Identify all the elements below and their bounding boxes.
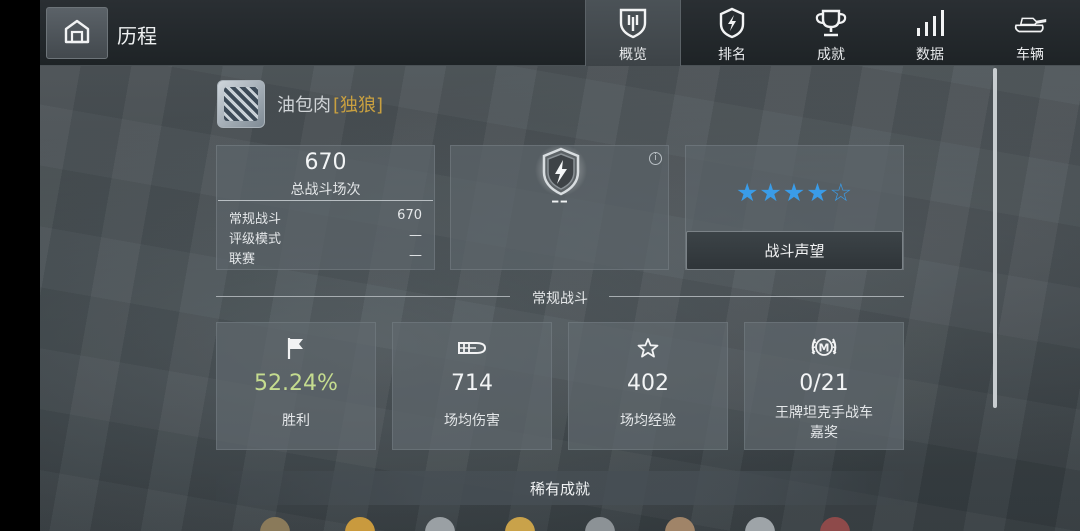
stat-value: 714	[451, 371, 493, 396]
scrollbar[interactable]	[993, 68, 997, 408]
info-icon[interactable]: i	[649, 152, 662, 165]
top-bar: 历程 概览 排名 成就 数据 车辆	[40, 0, 1080, 66]
medal-icon[interactable]	[425, 517, 455, 531]
flag-icon	[217, 335, 375, 361]
medal-icon[interactable]	[665, 517, 695, 531]
tab-label: 排名	[718, 47, 746, 63]
player-info: 油包肉 [独狼]	[217, 80, 383, 128]
rare-achievements-header: 稀有成就	[216, 471, 904, 505]
home-button[interactable]	[46, 7, 108, 59]
mode-value: 670	[397, 208, 422, 223]
stat-card-avg-damage: 714 场均伤害	[392, 322, 552, 450]
trophy-icon	[814, 6, 848, 40]
page-title: 历程	[117, 24, 157, 48]
stat-value: 52.24%	[254, 371, 338, 396]
divider	[218, 200, 433, 201]
medal-icon[interactable]	[505, 517, 535, 531]
total-battles-value: 670	[304, 150, 347, 175]
stat-label: 胜利	[282, 413, 310, 429]
left-edge	[0, 0, 40, 531]
stat-label-line: 嘉奖	[810, 425, 838, 441]
tab-label: 概览	[619, 47, 647, 63]
lightning-shield-icon	[715, 6, 749, 40]
medal-icon[interactable]	[345, 517, 375, 531]
stat-card-victories: 52.24% 胜利	[216, 322, 376, 450]
karma-stars: ★★★★☆	[686, 178, 903, 207]
mode-value: —	[409, 228, 422, 243]
medal-icon[interactable]	[820, 517, 850, 531]
tab-label: 数据	[916, 47, 944, 63]
tab-achievements[interactable]: 成就	[783, 0, 879, 66]
medal-icon[interactable]	[585, 517, 615, 531]
clan-tag[interactable]: [独狼]	[333, 91, 383, 117]
mastery-badge-icon: M	[745, 335, 903, 361]
rank-value: --	[550, 186, 569, 214]
medal-icon[interactable]	[260, 517, 290, 531]
mode-value: —	[409, 248, 422, 263]
garage-icon	[63, 18, 91, 48]
section-line-left	[216, 296, 510, 297]
stat-label: 场均经验	[620, 413, 676, 429]
star-filled-icon: ★	[759, 178, 783, 207]
mode-row: 评级模式 —	[229, 228, 422, 247]
svg-text:M: M	[819, 342, 830, 355]
tab-label: 成就	[817, 47, 845, 63]
stat-value: 402	[627, 371, 669, 396]
mode-name: 联赛	[229, 252, 256, 267]
stat-card-avg-xp: 402 场均经验	[568, 322, 728, 450]
section-title: 常规战斗	[532, 291, 588, 307]
stat-label: 王牌坦克手战车 嘉奖	[745, 403, 903, 443]
stat-label-line: 王牌坦克手战车	[775, 405, 873, 421]
medals-row	[260, 517, 860, 531]
section-line-right	[609, 296, 904, 297]
star-filled-icon: ★	[806, 178, 830, 207]
tab-overview[interactable]: 概览	[585, 0, 681, 66]
tab-vehicles[interactable]: 车辆	[982, 0, 1078, 66]
tank-icon	[1013, 6, 1047, 40]
mode-row: 常规战斗 670	[229, 208, 422, 227]
medal-icon[interactable]	[745, 517, 775, 531]
mode-name: 常规战斗	[229, 212, 282, 227]
karma-card: ★★★★☆ 战斗声望	[685, 145, 904, 270]
karma-button[interactable]: 战斗声望	[686, 231, 903, 270]
star-empty-icon: ☆	[829, 178, 854, 207]
star-filled-icon: ★	[735, 178, 760, 207]
tab-ranking[interactable]: 排名	[684, 0, 780, 66]
shell-icon	[393, 335, 551, 361]
star-icon	[569, 335, 727, 361]
stat-value: 0/21	[799, 371, 849, 396]
mode-row: 联赛 —	[229, 248, 422, 267]
bar-chart-icon	[913, 6, 947, 40]
stat-label: 场均伤害	[444, 413, 500, 429]
battles-card: 670 总战斗场次 常规战斗 670 评级模式 — 联赛 —	[216, 145, 435, 270]
tab-label: 车辆	[1016, 47, 1044, 63]
tab-statistics[interactable]: 数据	[882, 0, 978, 66]
star-filled-icon: ★	[782, 178, 807, 207]
total-battles-label: 总战斗场次	[290, 182, 361, 198]
stat-card-mastery: M 0/21 王牌坦克手战车 嘉奖	[744, 322, 904, 450]
shield-icon	[616, 6, 650, 40]
mode-name: 评级模式	[229, 232, 282, 247]
clan-emblem[interactable]	[217, 80, 265, 128]
player-name: 油包肉	[277, 95, 331, 116]
